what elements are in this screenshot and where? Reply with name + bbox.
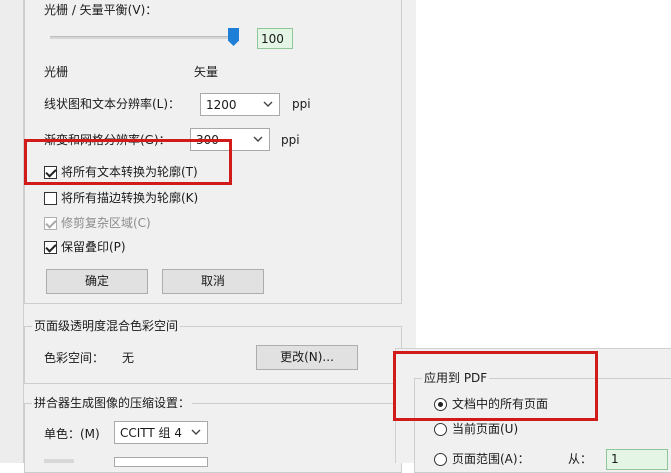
line-res-label: 线状图和文本分辨率(L)： [44, 97, 181, 111]
checkbox-clip-complex-regions [44, 217, 57, 230]
chevron-down-icon [191, 429, 201, 435]
checkbox-preserve-overprint[interactable] [44, 241, 57, 254]
mono-label: 单色：(M) [44, 427, 100, 441]
cancel-button[interactable]: 取消 [162, 269, 264, 294]
line-res-unit: ppi [292, 97, 311, 111]
balance-slider-track[interactable] [50, 36, 238, 39]
checkbox-strokes-to-outlines[interactable] [44, 192, 57, 205]
highlight-box [393, 351, 598, 421]
mono-compression-select[interactable]: CCITT 组 4 [114, 421, 208, 444]
balance-label: 光栅 / 矢量平衡(V)： [44, 3, 158, 17]
raster-label: 光栅 [44, 65, 69, 79]
ok-button[interactable]: 确定 [46, 269, 148, 294]
from-label: 从： [568, 452, 593, 466]
line-res-select[interactable]: 1200 [200, 93, 280, 116]
gradient-res-unit: ppi [281, 133, 300, 147]
next-compression-select[interactable] [114, 457, 208, 467]
option-label: 将所有描边转换为轮廓(K) [61, 191, 199, 205]
compression-title: 拼合器生成图像的压缩设置： [32, 395, 193, 411]
option-preserve-overprint[interactable]: 保留叠印(P) [44, 239, 244, 257]
radio-current-page[interactable]: 当前页面(U) [434, 421, 594, 439]
radio-label: 页面范围(A)： [452, 452, 530, 466]
option-clip-complex-regions: 修剪复杂区域(C) [44, 215, 244, 233]
radio-label: 当前页面(U) [452, 422, 519, 436]
color-space-label: 色彩空间： [44, 351, 105, 365]
vector-label: 矢量 [194, 65, 219, 79]
option-label: 修剪复杂区域(C) [61, 216, 151, 230]
balance-value-input[interactable]: 100 [257, 28, 293, 49]
option-label: 保留叠印(P) [61, 240, 126, 254]
chevron-down-icon [253, 136, 263, 142]
dialog-left-edge [0, 0, 24, 463]
radio-button[interactable] [434, 453, 447, 466]
line-res-value: 1200 [206, 98, 237, 112]
change-color-space-button[interactable]: 更改(N)... [256, 345, 358, 370]
radio-button[interactable] [434, 423, 447, 436]
blend-space-title: 页面级透明度混合色彩空间 [32, 318, 181, 334]
page-range-from-input[interactable]: 1 [606, 449, 668, 470]
color-space-value: 无 [122, 351, 135, 365]
mono-compression-value: CCITT 组 4 [120, 426, 183, 440]
next-compression-label-cutoff [44, 459, 74, 463]
radio-page-range[interactable]: 页面范围(A)： [434, 451, 554, 469]
highlight-box [24, 139, 232, 185]
chevron-down-icon [263, 101, 273, 107]
option-strokes-to-outlines[interactable]: 将所有描边转换为轮廓(K) [44, 190, 244, 208]
